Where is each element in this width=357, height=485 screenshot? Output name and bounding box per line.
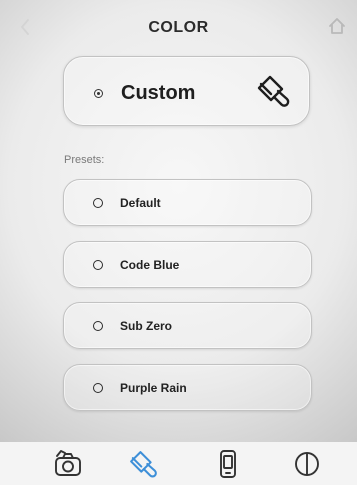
- tab-camera[interactable]: [50, 446, 86, 482]
- custom-color-option[interactable]: Custom: [63, 56, 310, 126]
- preset-radio[interactable]: [93, 260, 103, 270]
- preset-radio[interactable]: [93, 321, 103, 331]
- preset-radio[interactable]: [93, 198, 103, 208]
- tab-color[interactable]: [125, 446, 161, 482]
- paint-bucket-icon: [130, 451, 157, 478]
- preset-sub-zero[interactable]: Sub Zero: [63, 302, 312, 349]
- preset-label: Default: [120, 196, 161, 210]
- preset-code-blue[interactable]: Code Blue: [63, 241, 312, 288]
- tab-phone[interactable]: [210, 446, 246, 482]
- paint-bucket-icon: [257, 75, 290, 107]
- preset-default[interactable]: Default: [63, 179, 312, 226]
- home-icon: [329, 18, 345, 34]
- home-button[interactable]: [327, 16, 349, 38]
- preset-purple-rain[interactable]: Purple Rain: [63, 364, 312, 411]
- tab-contrast[interactable]: [289, 446, 325, 482]
- custom-label: Custom: [121, 82, 196, 104]
- preset-label: Sub Zero: [120, 319, 173, 333]
- page-title: COLOR: [148, 19, 209, 36]
- preset-label: Purple Rain: [120, 381, 187, 395]
- presets-heading: Presets:: [64, 154, 105, 166]
- phone-icon: [220, 450, 236, 478]
- header-bar: COLOR: [0, 0, 357, 56]
- preset-radio[interactable]: [93, 383, 103, 393]
- contrast-icon: [295, 452, 319, 476]
- camera-icon: [55, 450, 81, 476]
- preset-label: Code Blue: [120, 258, 180, 272]
- custom-radio[interactable]: [94, 89, 103, 98]
- bottom-tab-bar: [0, 442, 357, 485]
